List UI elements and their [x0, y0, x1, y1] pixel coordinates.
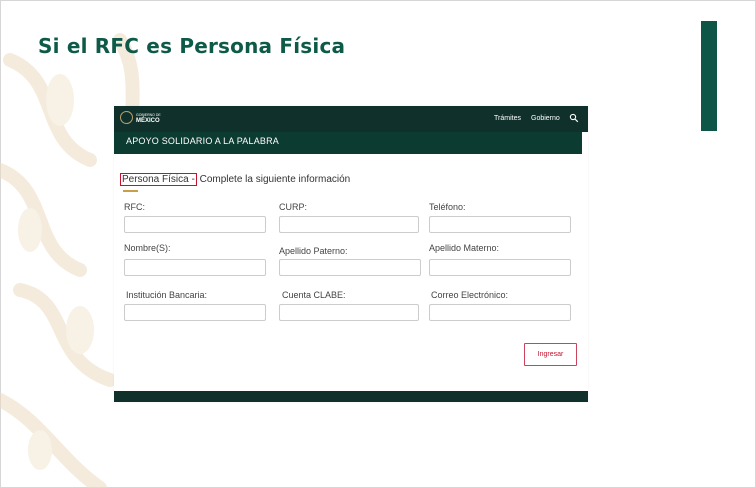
heading-highlight: Persona Física -	[120, 173, 197, 186]
search-icon[interactable]	[569, 113, 579, 123]
banner-title: APOYO SOLIDARIO A LA PALABRA	[126, 136, 279, 146]
logo-text: GOBIERNO DE MÉXICO	[136, 112, 161, 124]
heading-rest: Complete la siguiente información	[196, 174, 351, 185]
correo-label: Correo Electrónico:	[431, 290, 509, 300]
gob-mx-logo[interactable]: GOBIERNO DE MÉXICO	[120, 111, 161, 124]
heading-underline	[123, 190, 138, 192]
site-footer	[114, 391, 588, 402]
banner-edge	[582, 132, 588, 154]
nombre-input[interactable]	[124, 259, 266, 276]
slide-title: Si el RFC es Persona Física	[38, 34, 346, 58]
curp-label: CURP:	[279, 202, 308, 212]
curp-input[interactable]	[279, 216, 419, 233]
page-banner: APOYO SOLIDARIO A LA PALABRA	[114, 132, 588, 154]
institucion-bancaria-input[interactable]	[124, 304, 266, 321]
rfc-input[interactable]	[124, 216, 266, 233]
website-screenshot: GOBIERNO DE MÉXICO Trámites Gobierno APO…	[114, 106, 588, 402]
correo-input[interactable]	[429, 304, 571, 321]
logo-small-text: GOBIERNO DE	[136, 112, 161, 117]
nombre-label: Nombre(S):	[124, 243, 171, 253]
apellido-materno-input[interactable]	[429, 259, 571, 276]
institucion-bancaria-label: Institución Bancaria:	[126, 290, 208, 300]
ingresar-button[interactable]: Ingresar	[524, 343, 577, 366]
rfc-label: RFC:	[124, 202, 145, 212]
cuenta-clabe-label: Cuenta CLABE:	[282, 290, 346, 300]
nav-link-tramites[interactable]: Trámites	[494, 115, 521, 122]
nav-link-gobierno[interactable]: Gobierno	[531, 115, 560, 122]
apellido-materno-label: Apellido Materno:	[429, 243, 500, 253]
accent-bar	[701, 21, 717, 131]
top-nav: GOBIERNO DE MÉXICO Trámites Gobierno	[114, 106, 588, 132]
cuenta-clabe-input[interactable]	[279, 304, 419, 321]
apellido-paterno-label: Apellido Paterno:	[279, 246, 348, 256]
apellido-paterno-input[interactable]	[279, 259, 421, 276]
form-heading: Persona Física - Complete la siguiente i…	[120, 173, 351, 186]
seal-icon	[120, 111, 133, 124]
logo-main-text: MÉXICO	[136, 117, 160, 124]
telefono-input[interactable]	[429, 216, 571, 233]
telefono-label: Teléfono:	[429, 202, 466, 212]
